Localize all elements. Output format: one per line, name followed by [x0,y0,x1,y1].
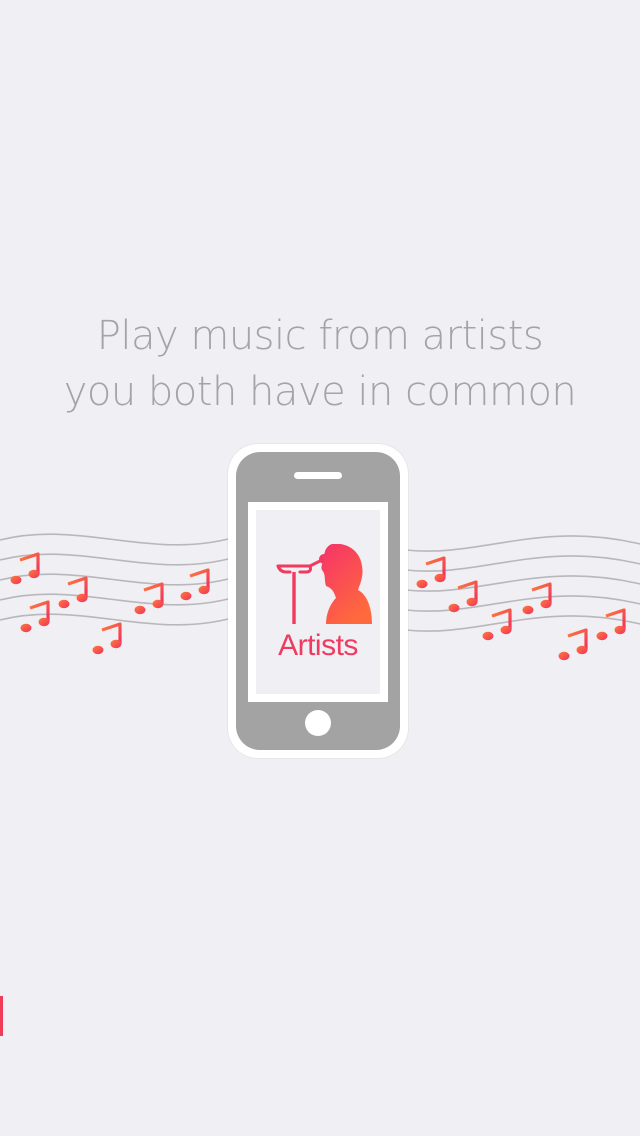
music-note-icon [594,608,628,642]
phone-home-button [305,710,331,736]
music-note-icon [56,576,90,610]
phone-screen-content: Artists [256,510,380,694]
music-note-icon [18,600,52,634]
artist-with-microphone-icon [276,544,372,624]
music-note-icon [132,582,166,616]
right-music-notes [414,556,628,662]
headline-line-2: you both have in common [63,369,577,415]
phone-screen: Artists [248,502,388,702]
music-note-icon [8,552,42,586]
music-note-icon [90,622,124,656]
music-note-icon [556,628,590,662]
phone-illustration: Artists [228,444,408,758]
phone-body: Artists [236,452,400,750]
headline-line-1: Play music from artists [96,313,544,359]
left-staff-lines [0,533,233,626]
onboarding-headline: Play music from artists you both have in… [0,308,640,420]
edge-indicator [0,996,3,1036]
onboarding-screen: Play music from artists you both have in… [0,0,640,1136]
music-note-icon [414,556,448,590]
phone-speaker [294,472,342,479]
artists-app-label: Artists [278,629,358,662]
